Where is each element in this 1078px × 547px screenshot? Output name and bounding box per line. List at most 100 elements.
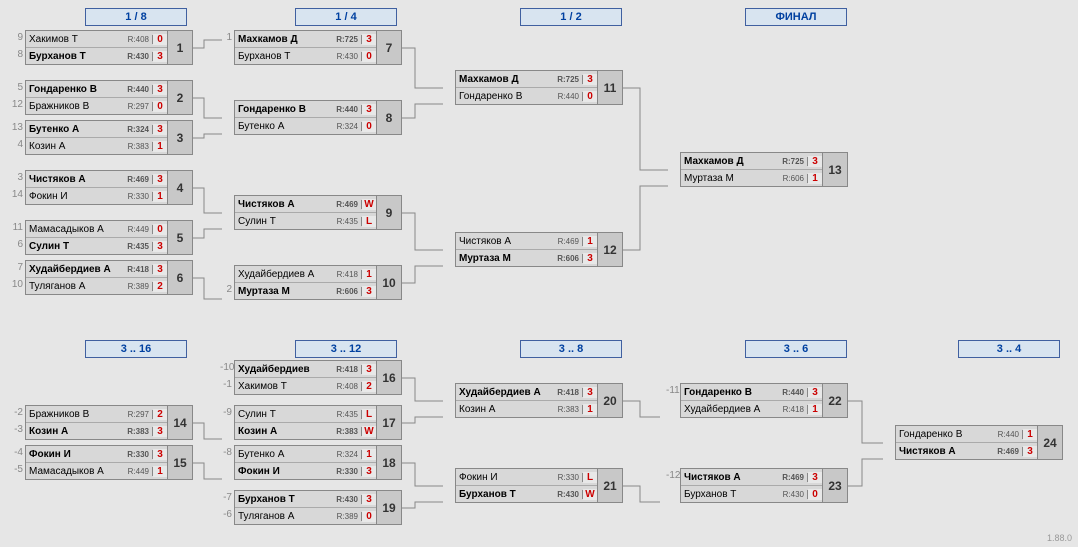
player-name: Бражников В — [26, 101, 117, 112]
player-name: Козин А — [235, 426, 326, 437]
player-rating: R:408 — [326, 382, 362, 391]
match: 1Махкамов ДR:7253Бурханов ТR:43007 — [234, 30, 402, 65]
player-rating: R:430 — [772, 490, 808, 499]
player-name: Фокин И — [235, 466, 326, 477]
player-score: 0 — [362, 121, 376, 132]
player-rating: R:324 — [326, 450, 362, 459]
seed: 12 — [11, 99, 23, 110]
player-score: W — [362, 199, 376, 210]
player-name: Худайбердиев А — [681, 404, 772, 415]
player-score: L — [583, 472, 597, 483]
seed: -4 — [11, 447, 23, 458]
player-name: Бутенко А — [235, 121, 326, 132]
match: -2-3Бражников ВR:2972Козин АR:383314 — [25, 405, 193, 440]
match-player: Бражников ВR:2972 — [26, 406, 167, 423]
player-rating: R:418 — [772, 405, 808, 414]
player-name: Чистяков А — [235, 199, 326, 210]
match-number: 15 — [168, 445, 193, 480]
player-name: Туляганов А — [26, 281, 117, 292]
player-name: Чистяков А — [681, 472, 772, 483]
match-number: 18 — [377, 445, 402, 480]
match-player: Худайбердиев АR:4181 — [681, 401, 822, 417]
player-name: Хакимов Т — [235, 381, 326, 392]
player-rating: R:418 — [547, 388, 583, 397]
match-number: 2 — [168, 80, 193, 115]
player-rating: R:297 — [117, 102, 153, 111]
player-name: Бурханов Т — [26, 51, 117, 62]
match-player: Муртаза МR:6063 — [235, 283, 376, 299]
match-player: Козин АR:3831 — [26, 138, 167, 154]
match-player: Фокин ИR:3301 — [26, 188, 167, 204]
round-header: ФИНАЛ — [745, 8, 847, 26]
match-number: 22 — [823, 383, 848, 418]
match-number: 1 — [168, 30, 193, 65]
player-name: Муртаза М — [235, 286, 326, 297]
match-player: Худайбердиев АR:4183 — [456, 384, 597, 401]
player-score: 0 — [583, 91, 597, 102]
player-name: Сулин Т — [235, 216, 326, 227]
match-number: 19 — [377, 490, 402, 525]
match: Махкамов ДR:7253Гондаренко ВR:440011 — [455, 70, 623, 105]
seed: -5 — [11, 464, 23, 475]
match-number: 4 — [168, 170, 193, 205]
player-score: 0 — [153, 101, 167, 112]
match-player: Чистяков АR:4693 — [681, 469, 822, 486]
round-header: 3 .. 8 — [520, 340, 622, 358]
match-player: Козин АR:3831 — [456, 401, 597, 417]
match-player: Бутенко АR:3241 — [235, 446, 376, 463]
match-player: Сулин ТR:435L — [235, 213, 376, 229]
player-rating: R:383 — [547, 405, 583, 414]
player-rating: R:449 — [117, 225, 153, 234]
player-score: 1 — [153, 466, 167, 477]
player-name: Фокин И — [26, 191, 117, 202]
match-number: 17 — [377, 405, 402, 440]
player-rating: R:330 — [117, 450, 153, 459]
player-rating: R:469 — [326, 200, 362, 209]
player-score: 3 — [153, 51, 167, 62]
match-player: Махкамов ДR:7253 — [681, 153, 822, 170]
seed: -2 — [11, 407, 23, 418]
player-score: 3 — [362, 104, 376, 115]
match-player: Туляганов АR:3890 — [235, 508, 376, 524]
player-rating: R:408 — [117, 35, 153, 44]
player-name: Бурханов Т — [235, 494, 326, 505]
player-name: Бурханов Т — [235, 51, 326, 62]
player-score: 1 — [153, 191, 167, 202]
seed: -1 — [220, 379, 232, 390]
player-name: Мамасадыков А — [26, 466, 117, 477]
seed: 3 — [11, 172, 23, 183]
player-name: Козин А — [456, 404, 547, 415]
player-rating: R:330 — [117, 192, 153, 201]
player-rating: R:440 — [326, 105, 362, 114]
player-score: 3 — [153, 241, 167, 252]
match-player: Бурханов ТR:4300 — [681, 486, 822, 502]
match-player: Худайбердиев АR:4181 — [235, 266, 376, 283]
match: 314Чистяков АR:4693Фокин ИR:33014 — [25, 170, 193, 205]
player-name: Козин А — [26, 141, 117, 152]
match: Махкамов ДR:7253Муртаза МR:606113 — [680, 152, 848, 187]
player-name: Бурханов Т — [681, 489, 772, 500]
seed: 9 — [11, 32, 23, 43]
seed: -3 — [11, 424, 23, 435]
player-rating: R:469 — [547, 237, 583, 246]
seed: -6 — [220, 509, 232, 520]
match: Худайбердиев АR:4183Козин АR:383120 — [455, 383, 623, 418]
seed: 11 — [11, 222, 23, 233]
seed: 5 — [11, 82, 23, 93]
player-score: 0 — [362, 511, 376, 522]
player-score: W — [583, 489, 597, 500]
player-rating: R:725 — [326, 35, 362, 44]
seed: -11 — [666, 385, 678, 396]
seed: 10 — [11, 279, 23, 290]
player-score: 3 — [808, 156, 822, 167]
match-player: Хакимов ТR:4080 — [26, 31, 167, 48]
match-player: Гондаренко ВR:4403 — [235, 101, 376, 118]
match-player: Чистяков АR:4691 — [456, 233, 597, 250]
match-number: 5 — [168, 220, 193, 255]
player-name: Чистяков А — [456, 236, 547, 247]
player-rating: R:725 — [547, 75, 583, 84]
match-player: Муртаза МR:6063 — [456, 250, 597, 266]
match-player: Гондаренко ВR:4401 — [896, 426, 1037, 443]
player-rating: R:725 — [772, 157, 808, 166]
player-rating: R:383 — [117, 427, 153, 436]
